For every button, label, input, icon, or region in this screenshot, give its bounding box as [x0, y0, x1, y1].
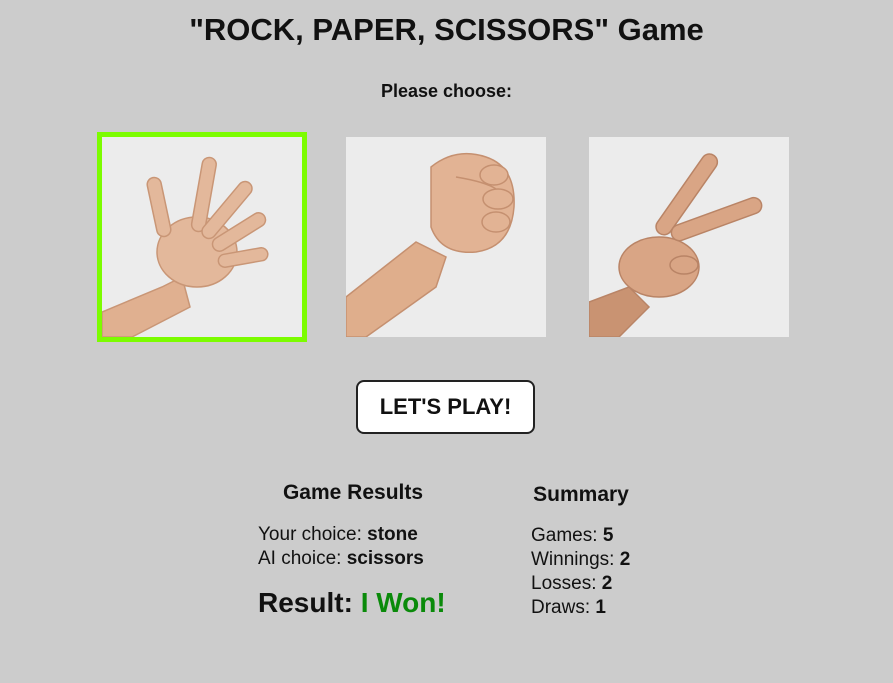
choose-prompt: Please choose:	[380, 81, 513, 101]
open-hand-paper-icon	[102, 137, 302, 337]
choice-scissors[interactable]	[589, 137, 789, 337]
lets-play-button[interactable]: LET'S PLAY!	[356, 380, 535, 434]
ai-choice-line: AI choice: scissors	[258, 548, 424, 570]
two-fingers-scissors-icon	[589, 137, 789, 337]
ai-choice-label: AI choice:	[258, 548, 342, 569]
summary-games: Games: 5	[531, 525, 613, 547]
draws-value: 1	[595, 597, 606, 618]
choice-rock[interactable]	[346, 137, 546, 337]
games-label: Games:	[531, 525, 598, 546]
result-label: Result:	[258, 587, 353, 618]
summary-heading: Summary	[533, 483, 629, 506]
ai-choice-value: scissors	[346, 548, 424, 569]
games-value: 5	[602, 525, 614, 546]
game-results-heading: Game Results	[282, 481, 424, 504]
result-line: Result: I Won!	[258, 587, 446, 619]
draws-label: Draws:	[531, 597, 591, 618]
fist-rock-icon	[346, 137, 546, 337]
summary-winnings: Winnings: 2	[531, 549, 630, 571]
your-choice-label: Your choice:	[258, 524, 362, 545]
losses-label: Losses:	[531, 573, 597, 594]
summary-draws: Draws: 1	[531, 597, 606, 619]
page-title: "ROCK, PAPER, SCISSORS" Game	[189, 12, 704, 47]
result-outcome: I Won!	[360, 587, 446, 618]
winnings-value: 2	[619, 549, 631, 570]
summary-losses: Losses: 2	[531, 573, 612, 595]
your-choice-value: stone	[367, 524, 418, 545]
winnings-label: Winnings:	[531, 549, 615, 570]
your-choice-line: Your choice: stone	[258, 524, 418, 546]
choice-paper[interactable]	[97, 132, 307, 342]
losses-value: 2	[601, 573, 613, 594]
